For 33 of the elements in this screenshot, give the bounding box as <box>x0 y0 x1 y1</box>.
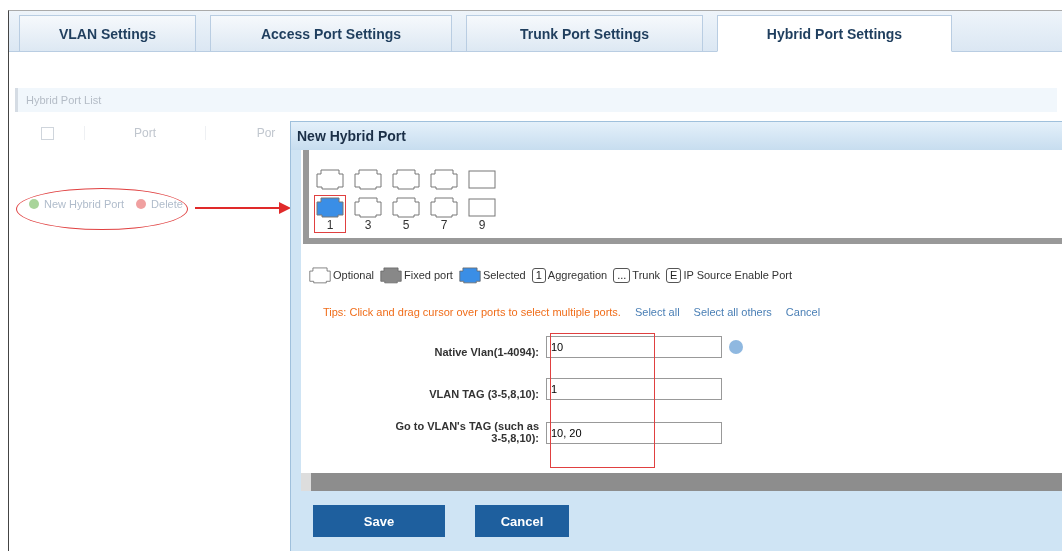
tab[interactable]: Hybrid Port Settings <box>717 15 952 52</box>
tab[interactable]: Trunk Port Settings <box>466 15 703 52</box>
legend-label: Aggregation <box>547 269 608 281</box>
port-number: 5 <box>402 218 410 232</box>
legend-label: Optional <box>333 269 374 281</box>
cancel-button[interactable]: Cancel <box>475 505 569 537</box>
port-number: 9 <box>478 218 486 232</box>
field-label: Go to VLAN's TAG (such as 3-5,8,10): <box>394 420 539 444</box>
legend-label: Fixed port <box>404 269 453 281</box>
tab[interactable]: VLAN Settings <box>19 15 196 52</box>
dialog-title: New Hybrid Port <box>291 122 1062 150</box>
legend-label: Selected <box>482 269 526 281</box>
legend-icon: E <box>666 267 682 283</box>
field-label: VLAN TAG (3-5,8,10): <box>428 388 539 400</box>
port-number: 7 <box>440 218 448 232</box>
legend-label: IP Source Enable Port <box>683 269 793 281</box>
legend-icon: ... <box>613 267 631 283</box>
tip-text: Tips: Click and drag cursor over ports to select multiple ports. <box>323 306 621 318</box>
panel-title: Hybrid Port List <box>15 88 1057 112</box>
link[interactable]: Select all <box>634 306 680 318</box>
save-button[interactable]: Save <box>313 505 445 537</box>
input-field[interactable]: 10 <box>546 336 722 358</box>
legend-icon: 1 <box>531 267 546 283</box>
link[interactable]: Select all others <box>693 306 772 318</box>
link[interactable]: Cancel <box>785 306 821 318</box>
tab[interactable]: Access Port Settings <box>210 15 452 52</box>
port-number: 3 <box>364 218 372 232</box>
input-field[interactable]: 1 <box>546 378 722 400</box>
column-header: Port <box>84 126 205 140</box>
legend-label: Trunk <box>632 269 661 281</box>
port-number: 1 <box>326 218 334 232</box>
field-label: Native Vlan(1-4094): <box>433 346 539 358</box>
input-field[interactable]: 10, 20 <box>546 422 722 444</box>
